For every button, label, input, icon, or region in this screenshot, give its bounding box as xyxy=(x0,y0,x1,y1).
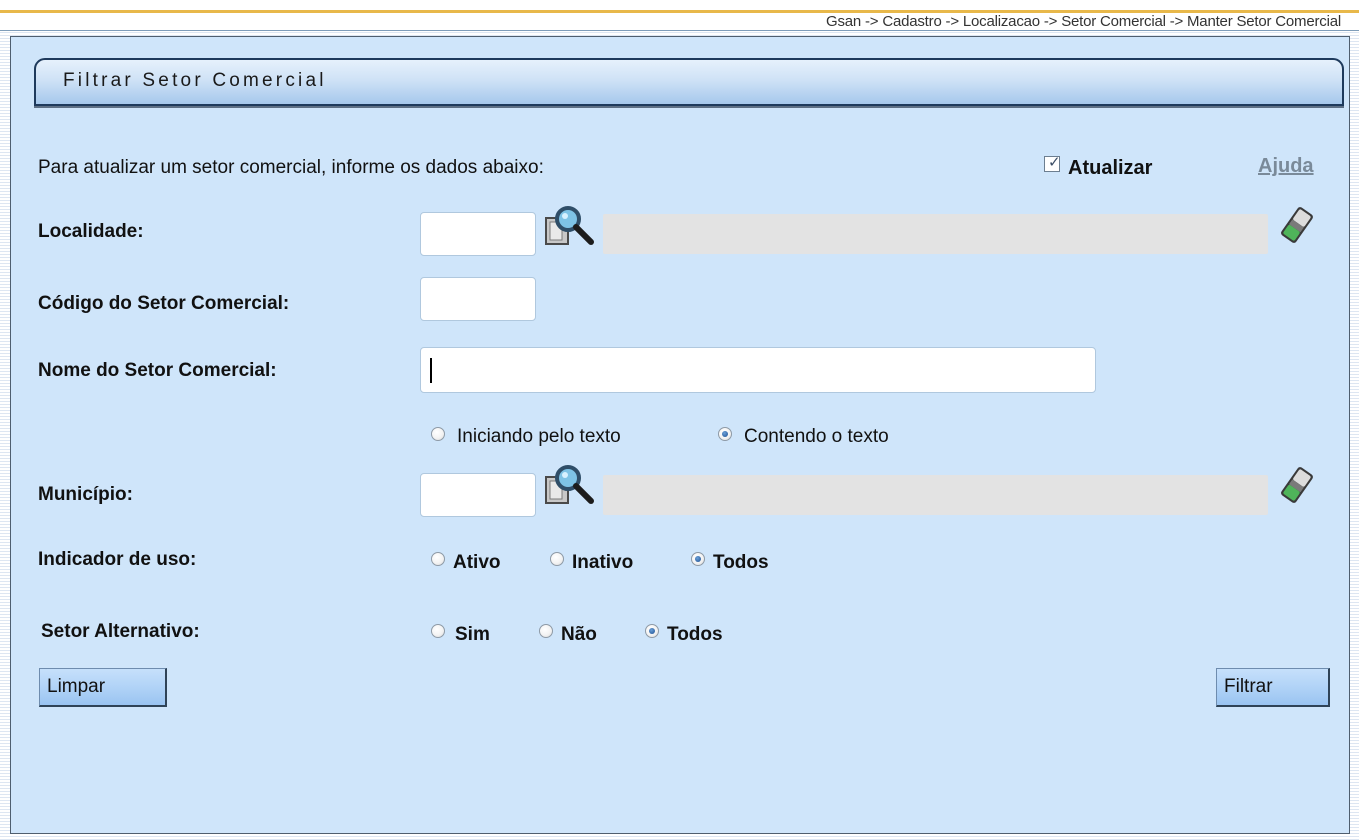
localidade-label: Localidade: xyxy=(38,221,144,242)
radio-uso-inativo-label: Inativo xyxy=(572,552,634,573)
help-link[interactable]: Ajuda xyxy=(1258,155,1314,178)
radio-uso-todos-label: Todos xyxy=(713,552,769,573)
radio-alt-todos[interactable] xyxy=(645,624,659,638)
municipio-input[interactable] xyxy=(420,473,536,517)
radio-contendo-label: Contendo o texto xyxy=(744,426,889,447)
eraser-icon[interactable] xyxy=(1279,465,1315,505)
radio-contendo[interactable] xyxy=(718,427,732,441)
municipio-label: Município: xyxy=(38,484,133,505)
checkmark-icon: ✓ xyxy=(1048,154,1061,171)
update-label: Atualizar xyxy=(1068,157,1153,179)
radio-alt-todos-label: Todos xyxy=(667,624,723,645)
radio-iniciando-label: Iniciando pelo texto xyxy=(457,426,621,447)
localidade-description xyxy=(603,214,1268,254)
nome-input[interactable] xyxy=(420,347,1096,393)
clear-button[interactable]: Limpar xyxy=(39,668,167,707)
radio-uso-inativo[interactable] xyxy=(550,552,564,566)
radio-alt-nao-label: Não xyxy=(561,624,597,645)
magnifier-icon[interactable] xyxy=(543,463,597,507)
filter-button[interactable]: Filtrar xyxy=(1216,668,1330,707)
radio-uso-todos[interactable] xyxy=(691,552,705,566)
header-divider xyxy=(34,106,1344,108)
filter-panel: Filtrar Setor Comercial Para atualizar u… xyxy=(10,36,1350,834)
indicador-uso-label: Indicador de uso: xyxy=(38,549,197,570)
codigo-label: Código do Setor Comercial: xyxy=(38,293,290,314)
radio-uso-ativo[interactable] xyxy=(431,552,445,566)
panel-header: Filtrar Setor Comercial xyxy=(34,58,1344,106)
page-title: Filtrar Setor Comercial xyxy=(63,70,327,91)
nome-label: Nome do Setor Comercial: xyxy=(38,360,277,381)
radio-alt-nao[interactable] xyxy=(539,624,553,638)
update-checkbox[interactable]: ✓ xyxy=(1044,154,1061,172)
breadcrumb-bar: Gsan -> Cadastro -> Localizacao -> Setor… xyxy=(0,0,1359,31)
magnifier-icon[interactable] xyxy=(543,204,597,248)
radio-alt-sim-label: Sim xyxy=(455,624,490,645)
intro-text: Para atualizar um setor comercial, infor… xyxy=(38,157,544,178)
radio-alt-sim[interactable] xyxy=(431,624,445,638)
text-caret xyxy=(430,358,432,383)
breadcrumb-divider xyxy=(0,30,1359,31)
radio-iniciando[interactable] xyxy=(431,427,445,441)
eraser-icon[interactable] xyxy=(1279,205,1315,245)
setor-alternativo-label: Setor Alternativo: xyxy=(41,621,200,642)
radio-uso-ativo-label: Ativo xyxy=(453,552,501,573)
codigo-input[interactable] xyxy=(420,277,536,321)
localidade-input[interactable] xyxy=(420,212,536,256)
municipio-description xyxy=(603,475,1268,515)
breadcrumb: Gsan -> Cadastro -> Localizacao -> Setor… xyxy=(825,13,1341,30)
